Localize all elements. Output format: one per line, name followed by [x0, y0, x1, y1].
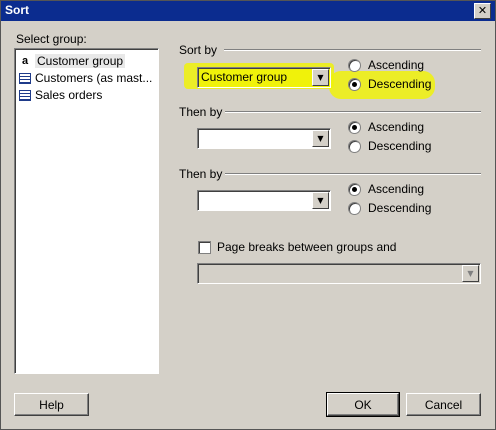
- then-by-1-divider: [225, 111, 481, 113]
- title-bar: Sort ✕: [1, 1, 495, 21]
- radio-label: Ascending: [368, 58, 425, 72]
- radio-label: Descending: [368, 201, 432, 215]
- then-by-2-label: Then by: [179, 167, 223, 181]
- then-by-2-descending-radio[interactable]: Descending: [348, 201, 431, 215]
- field-a-icon: a: [21, 55, 29, 67]
- list-item-label: Sales orders: [35, 88, 103, 102]
- radio-label: Descending: [368, 77, 432, 91]
- page-breaks-label: Page breaks between groups and: [217, 240, 397, 254]
- table-icon: [19, 72, 31, 84]
- sort-by-label: Sort by: [179, 43, 218, 57]
- radio-selected-icon: [348, 182, 361, 196]
- chevron-down-icon[interactable]: ▼: [462, 265, 479, 282]
- list-item-customers[interactable]: Customers (as mast...: [19, 70, 152, 86]
- list-item-sales-orders[interactable]: Sales orders: [19, 87, 102, 103]
- then-by-2-dropdown[interactable]: ▼: [197, 190, 331, 211]
- page-breaks-dropdown[interactable]: ▼: [197, 263, 481, 284]
- sort-by-divider: [224, 49, 481, 51]
- sort-by-value: Customer group: [201, 70, 288, 84]
- chevron-down-icon[interactable]: ▼: [312, 130, 329, 147]
- list-item-customer-group[interactable]: a Customer group: [19, 53, 126, 69]
- list-item-label: Customer group: [35, 54, 126, 68]
- sort-by-descending-radio[interactable]: Descending: [348, 77, 431, 91]
- radio-icon: [348, 58, 361, 72]
- then-by-1-label: Then by: [179, 105, 223, 119]
- group-list[interactable]: a Customer group Customers (as mast... S…: [14, 48, 159, 374]
- radio-icon: [348, 201, 361, 215]
- radio-label: Ascending: [368, 120, 425, 134]
- radio-label: Descending: [368, 139, 432, 153]
- chevron-down-icon[interactable]: ▼: [312, 69, 329, 86]
- window-title: Sort: [5, 3, 29, 17]
- select-group-label: Select group:: [16, 32, 87, 46]
- help-button[interactable]: Help: [14, 393, 89, 416]
- radio-selected-icon: [348, 120, 361, 134]
- close-icon[interactable]: ✕: [474, 3, 491, 19]
- then-by-1-descending-radio[interactable]: Descending: [348, 139, 431, 153]
- then-by-1-dropdown[interactable]: ▼: [197, 128, 331, 149]
- chevron-down-icon[interactable]: ▼: [312, 192, 329, 209]
- sort-by-ascending-radio[interactable]: Ascending: [348, 58, 424, 72]
- page-breaks-checkbox[interactable]: [198, 241, 211, 254]
- then-by-2-divider: [225, 173, 481, 175]
- radio-selected-icon: [348, 77, 361, 91]
- then-by-1-ascending-radio[interactable]: Ascending: [348, 120, 424, 134]
- radio-label: Ascending: [368, 182, 425, 196]
- then-by-2-ascending-radio[interactable]: Ascending: [348, 182, 424, 196]
- sort-by-dropdown[interactable]: Customer group ▼: [197, 67, 331, 88]
- table-icon: [19, 89, 31, 101]
- sort-dialog: Sort ✕ Select group: a Customer group Cu…: [0, 0, 496, 430]
- radio-icon: [348, 139, 361, 153]
- ok-button[interactable]: OK: [326, 392, 400, 417]
- list-item-label: Customers (as mast...: [35, 71, 153, 85]
- cancel-button[interactable]: Cancel: [406, 393, 481, 416]
